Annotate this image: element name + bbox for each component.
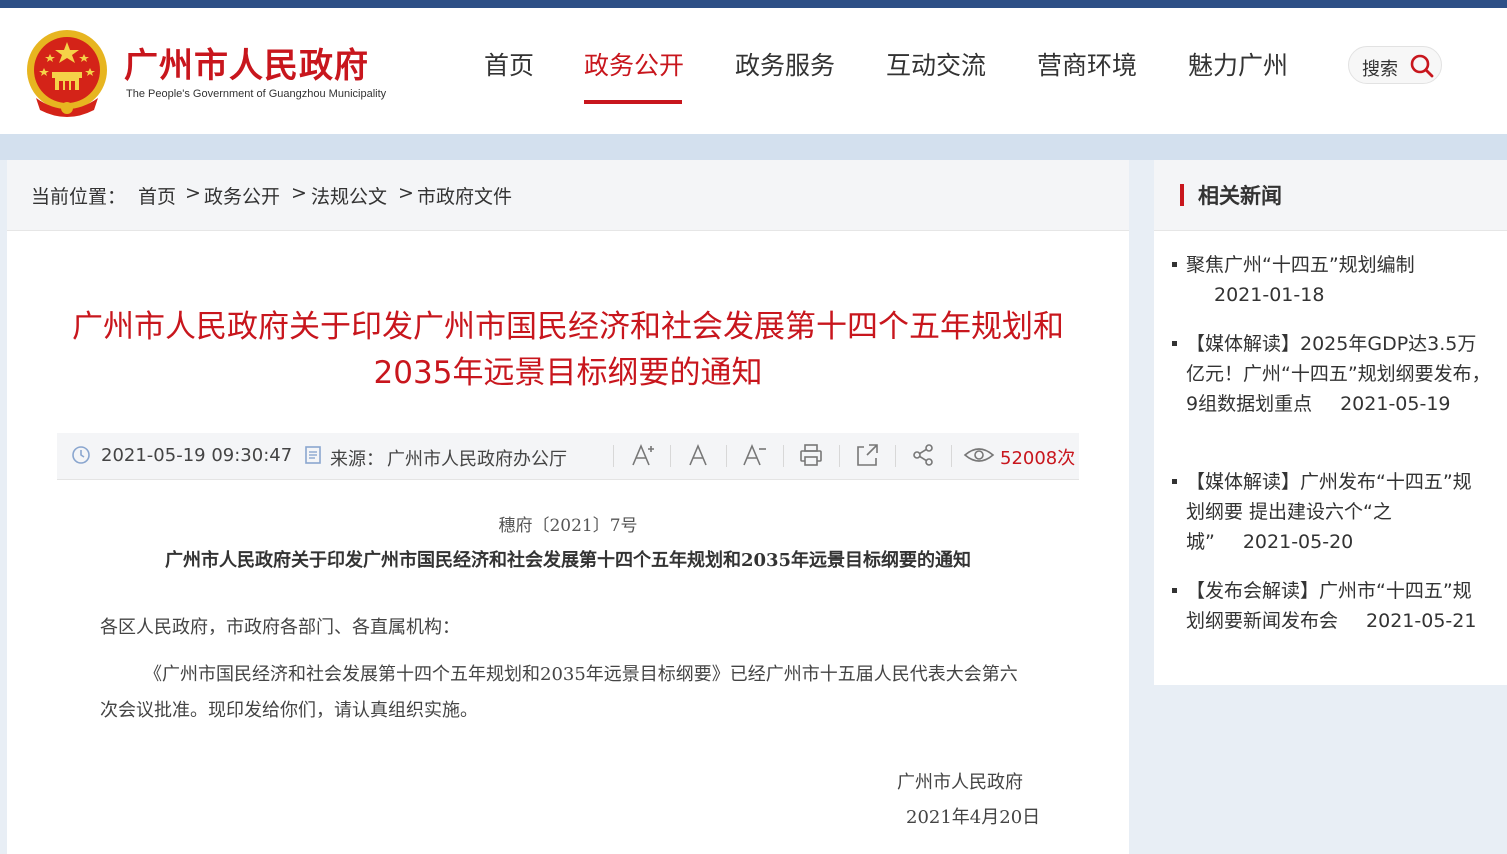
breadcrumb-home[interactable]: 首页 xyxy=(138,182,176,209)
breadcrumb-prefix: 当前位置： xyxy=(31,186,127,208)
news-date: 2021-01-18 xyxy=(1214,284,1325,306)
site-title[interactable]: 广州市人民政府 xyxy=(124,38,369,87)
print-icon[interactable] xyxy=(797,441,825,469)
divider xyxy=(895,445,896,467)
divider xyxy=(613,445,614,467)
top-accent-bar xyxy=(0,0,1507,8)
bullet xyxy=(1172,588,1177,593)
search-icon xyxy=(1410,54,1434,78)
document-sign-date: 2021年4月20日 xyxy=(906,807,1041,828)
main-content: 当前位置： 首页 > 政务公开 > 法规公文 > 市政府文件 广州市人民政府关于… xyxy=(7,160,1129,854)
breadcrumb-municipal-docs[interactable]: 市政府文件 xyxy=(417,182,512,209)
nav-gov-affairs-open[interactable]: 政务公开 xyxy=(584,46,684,82)
nav-active-underline xyxy=(584,100,682,104)
font-increase-icon[interactable] xyxy=(630,441,658,469)
news-item[interactable]: 【媒体解读】2025年GDP达3.5万亿元！广州“十四五”规划纲要发布，9组数据… xyxy=(1172,329,1492,419)
news-item[interactable]: 【发布会解读】广州市“十四五”规划纲要新闻发布会 2021-05-21 xyxy=(1172,576,1482,636)
news-date: 2021-05-19 xyxy=(1340,393,1451,415)
nav-home[interactable]: 首页 xyxy=(484,46,534,82)
divider xyxy=(839,445,840,467)
related-news-header: 相关新闻 xyxy=(1154,160,1507,231)
search-button[interactable]: 搜索 xyxy=(1348,46,1442,84)
document-salutation: 各区人民政府，市政府各部门、各直属机构： xyxy=(100,617,460,638)
national-emblem-icon[interactable] xyxy=(24,28,110,120)
header-divider-stripe xyxy=(0,134,1507,160)
share-window-icon[interactable] xyxy=(853,441,881,469)
news-date: 2021-05-21 xyxy=(1366,610,1477,632)
share-icon[interactable] xyxy=(909,441,937,469)
publish-datetime: 2021-05-19 09:30:47 xyxy=(101,445,293,466)
font-normal-icon[interactable] xyxy=(684,441,712,469)
bullet xyxy=(1172,262,1177,267)
document-number: 穗府〔2021〕7号 xyxy=(498,516,638,536)
breadcrumb-regulations[interactable]: 法规公文 xyxy=(311,182,387,209)
divider xyxy=(726,445,727,467)
font-decrease-icon[interactable] xyxy=(741,441,769,469)
nav-interaction[interactable]: 互动交流 xyxy=(886,46,986,82)
article-title: 广州市人民政府关于印发广州市国民经济和社会发展第十四个五年规划和2035年远景目… xyxy=(72,309,1064,391)
view-count: 52008次 xyxy=(1000,448,1076,469)
nav-charm-guangzhou[interactable]: 魅力广州 xyxy=(1188,46,1288,82)
breadcrumb-separator: > xyxy=(185,182,201,204)
breadcrumb-separator: > xyxy=(398,182,414,204)
search-label: 搜索 xyxy=(1362,59,1398,80)
news-date: 2021-05-20 xyxy=(1242,531,1354,553)
divider xyxy=(951,445,952,467)
news-item[interactable]: 聚焦广州“十四五”规划编制 2021-01-18 xyxy=(1172,250,1427,310)
document-icon xyxy=(305,446,321,464)
document-signature: 广州市人民政府 xyxy=(897,772,1023,793)
news-title[interactable]: 聚焦广州“十四五”规划编制 xyxy=(1186,254,1415,276)
bullet xyxy=(1172,479,1177,484)
article-info-bar: 2021-05-19 09:30:47 来源： 广州市人民政府办公厅 52008… xyxy=(57,433,1079,480)
related-news-panel: 相关新闻 聚焦广州“十四五”规划编制 2021-01-18 【媒体解读】2025年… xyxy=(1154,160,1507,685)
breadcrumb-separator: > xyxy=(291,182,307,204)
site-header: 广州市人民政府 The People's Government of Guang… xyxy=(0,8,1507,134)
source-label: 来源： xyxy=(330,449,384,470)
document-body: 《广州市国民经济和社会发展第十四个五年规划和2035年远景目标纲要》已经广州市十… xyxy=(100,664,1018,721)
site-subtitle: The People's Government of Guangzhou Mun… xyxy=(126,88,387,100)
nav-gov-services[interactable]: 政务服务 xyxy=(735,46,835,82)
nav-business-env[interactable]: 营商环境 xyxy=(1037,46,1137,82)
title-accent-bar xyxy=(1180,184,1184,206)
article-source: 广州市人民政府办公厅 xyxy=(387,449,567,470)
document-heading: 广州市人民政府关于印发广州市国民经济和社会发展第十四个五年规划和2035年远景目… xyxy=(164,550,972,571)
divider xyxy=(783,445,784,467)
divider xyxy=(670,445,671,467)
clock-icon xyxy=(72,446,90,464)
breadcrumb: 当前位置： 首页 > 政务公开 > 法规公文 > 市政府文件 xyxy=(7,160,1129,231)
related-news-title: 相关新闻 xyxy=(1198,184,1282,208)
news-item[interactable]: 【媒体解读】广州发布“十四五”规划纲要 提出建设六个“之城” 2021-05-20 xyxy=(1172,467,1472,557)
eye-icon xyxy=(963,448,995,462)
bullet xyxy=(1172,341,1177,346)
breadcrumb-gov-affairs-open[interactable]: 政务公开 xyxy=(204,182,280,209)
